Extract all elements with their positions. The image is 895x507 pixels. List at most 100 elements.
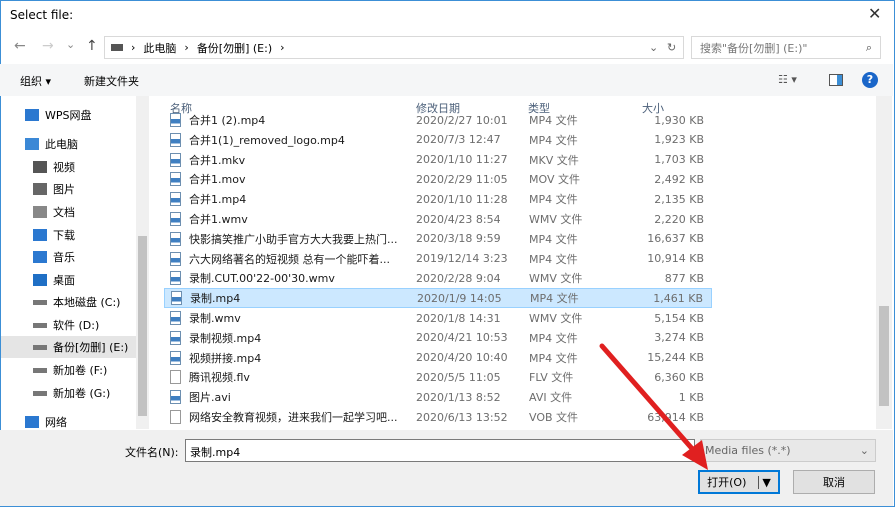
file-type: MKV 文件 <box>529 153 579 167</box>
picture-icon <box>33 183 47 195</box>
file-date: 2020/1/13 8:52 <box>416 390 501 404</box>
file-size: 2,135 KB <box>654 192 704 206</box>
preview-pane-button[interactable]: ▯ <box>829 74 843 86</box>
sidebar-item[interactable]: 此电脑 <box>1 133 139 155</box>
search-input[interactable]: 搜索"备份[勿删] (E:)" ⌕ <box>691 36 881 59</box>
file-name: 网络安全教育视频，进来我们一起学习吧... <box>189 411 398 424</box>
file-row[interactable]: 合并1.wmv 2020/4/23 8:54 WMV 文件 2,220 KB <box>164 209 712 229</box>
open-dropdown-arrow[interactable]: ▼ <box>758 475 771 489</box>
file-row[interactable]: 录制.mp4 2020/1/9 14:05 MP4 文件 1,461 KB <box>164 288 712 309</box>
open-button-label: 打开(O) <box>707 476 747 489</box>
file-row[interactable]: 合并1(1)_removed_logo.mp4 2020/7/3 12:47 MP4… <box>164 130 712 150</box>
file-row[interactable]: 合并1.mov 2020/2/29 11:05 MOV 文件 2,492 KB <box>164 169 712 189</box>
file-row[interactable]: 快影搞笑推广小助手官方大大我要上热门... 2020/3/18 9:59 MP4 文… <box>164 229 712 249</box>
close-button[interactable]: ✕ <box>868 4 881 23</box>
sidebar-item-label: 网络 <box>45 416 67 429</box>
sidebar-item[interactable]: 新加卷 (G:) <box>1 382 139 404</box>
breadcrumb-this-pc[interactable]: 此电脑 <box>143 40 176 56</box>
file-row[interactable]: 合并1.mp4 2020/1/10 11:28 MP4 文件 2,135 KB <box>164 189 712 209</box>
breadcrumb-drive-e[interactable]: 备份[勿删] (E:) <box>197 40 272 56</box>
file-name: 合并1(1)_removed_logo.mp4 <box>189 133 345 147</box>
file-type: MP4 文件 <box>529 252 578 266</box>
file-row[interactable]: 录制.wmv 2020/1/8 14:31 WMV 文件 5,154 KB <box>164 308 712 328</box>
sidebar-item-label: 备份[勿删] (E:) <box>53 341 129 354</box>
cancel-button[interactable]: 取消 <box>793 470 875 494</box>
file-name: 六大网络著名的短视频 总有一个能吓着... <box>189 252 390 266</box>
navigation-pane: WPS网盘此电脑视频 图片文档下载 音乐 桌面 本地磁盘 (C:) 软件 (D:) 备份[勿… <box>1 96 149 429</box>
file-list-scrollbar[interactable] <box>876 96 892 429</box>
file-type-select[interactable]: Media files (*.*) ⌄ <box>700 439 876 462</box>
filename-input[interactable]: 录制.mp4 <box>185 439 695 462</box>
file-row[interactable]: 网络安全教育视频，进来我们一起学习吧... 2020/6/13 13:52 VOB … <box>164 407 712 427</box>
address-dropdown[interactable]: ⌄ <box>649 41 658 54</box>
music-icon <box>33 251 47 263</box>
file-name: 腾讯视频.flv <box>189 371 250 385</box>
file-row[interactable]: 六大网络著名的短视频 总有一个能吓着... 2019/12/14 3:23 MP4 … <box>164 249 712 269</box>
file-size: 1,930 KB <box>654 113 704 127</box>
refresh-button[interactable]: ↻ <box>667 41 676 54</box>
file-date: 2020/5/5 11:05 <box>416 370 501 384</box>
video-file-icon <box>170 231 181 246</box>
file-size: 16,637 KB <box>647 232 704 246</box>
sidebar-item[interactable]: WPS网盘 <box>1 104 139 126</box>
sidebar-item[interactable]: 下载 <box>1 224 139 246</box>
sidebar-item[interactable]: 备份[勿删] (E:) <box>1 336 139 358</box>
file-name: 录制.wmv <box>189 312 241 325</box>
file-date: 2020/4/20 10:40 <box>416 351 508 365</box>
file-size: 1,703 KB <box>654 153 704 167</box>
file-size: 10,914 KB <box>647 252 704 266</box>
address-bar[interactable]: › 此电脑 › 备份[勿删] (E:) › ⌄ ↻ <box>104 36 684 59</box>
file-row[interactable]: 腾讯视频.flv 2020/5/5 11:05 FLV 文件 6,360 KB <box>164 367 712 387</box>
sidebar-item[interactable]: 视频 <box>1 156 139 178</box>
file-date: 2020/2/28 9:04 <box>416 271 501 285</box>
file-size: 2,220 KB <box>654 212 704 226</box>
file-type: MP4 文件 <box>529 133 578 147</box>
file-type: WMV 文件 <box>529 272 583 286</box>
file-name: 录制.mp4 <box>190 292 241 306</box>
breadcrumb-separator: › <box>280 41 285 54</box>
filename-label: 文件名(N): <box>125 446 179 459</box>
search-icon[interactable]: ⌕ <box>866 41 872 55</box>
forward-button[interactable]: → <box>42 38 54 54</box>
sidebar-item[interactable]: 图片 <box>1 178 139 200</box>
file-type: MP4 文件 <box>529 331 578 345</box>
recent-locations-button[interactable]: ⌄ <box>66 38 75 51</box>
cloud-icon <box>25 109 39 121</box>
sidebar-item-label: 此电脑 <box>45 138 78 151</box>
view-options-button[interactable]: ☷ ▾ <box>778 73 797 86</box>
sidebar-item[interactable]: 桌面 <box>1 269 139 291</box>
help-button[interactable]: ? <box>862 72 878 88</box>
file-row[interactable]: 图片.avi 2020/1/13 8:52 AVI 文件 1 KB <box>164 387 712 407</box>
sidebar-scrollbar[interactable] <box>136 96 149 429</box>
file-row[interactable]: 合并1.mkv 2020/1/10 11:27 MKV 文件 1,703 KB <box>164 150 712 170</box>
drive-icon <box>33 299 47 305</box>
file-size: 1 KB <box>678 390 704 404</box>
drive-icon <box>33 390 47 396</box>
sidebar-item[interactable]: 音乐 <box>1 246 139 268</box>
sidebar-item[interactable]: 软件 (D:) <box>1 314 139 336</box>
file-row[interactable]: 视频拼接.mp4 2020/4/20 10:40 MP4 文件 15,244 KB <box>164 348 712 368</box>
sidebar-item[interactable]: 新加卷 (F:) <box>1 359 139 381</box>
file-row[interactable]: 录制视频.mp4 2020/4/21 10:53 MP4 文件 3,274 KB <box>164 328 712 348</box>
open-button[interactable]: 打开(O) ▼ <box>698 470 780 494</box>
sidebar-item[interactable]: 本地磁盘 (C:) <box>1 291 139 313</box>
file-type: WMV 文件 <box>529 312 583 325</box>
file-row[interactable]: 合并1 (2).mp4 2020/2/27 10:01 MP4 文件 1,930 KB <box>164 110 712 130</box>
file-size: 1,461 KB <box>653 291 703 305</box>
up-button[interactable]: ↑ <box>86 38 98 54</box>
file-icon <box>170 370 181 385</box>
file-type-value: Media files (*.*) <box>705 444 791 457</box>
file-row[interactable]: 录制.CUT.00'22-00'30.wmv 2020/2/28 9:04 WMV … <box>164 268 712 288</box>
new-folder-button[interactable]: 新建文件夹 <box>84 73 139 89</box>
sidebar-item-label: 文档 <box>53 206 75 219</box>
file-name: 图片.avi <box>189 391 231 405</box>
organize-menu[interactable]: 组织 ▾ <box>20 73 51 89</box>
file-size: 2,492 KB <box>654 172 704 186</box>
back-button[interactable]: ← <box>14 38 26 54</box>
sidebar-item[interactable]: 文档 <box>1 201 139 223</box>
filename-value: 录制.mp4 <box>190 446 241 459</box>
drive-icon <box>33 322 47 328</box>
file-size: 5,154 KB <box>654 311 704 325</box>
chevron-down-icon: ⌄ <box>859 444 869 457</box>
drive-icon <box>33 367 47 373</box>
